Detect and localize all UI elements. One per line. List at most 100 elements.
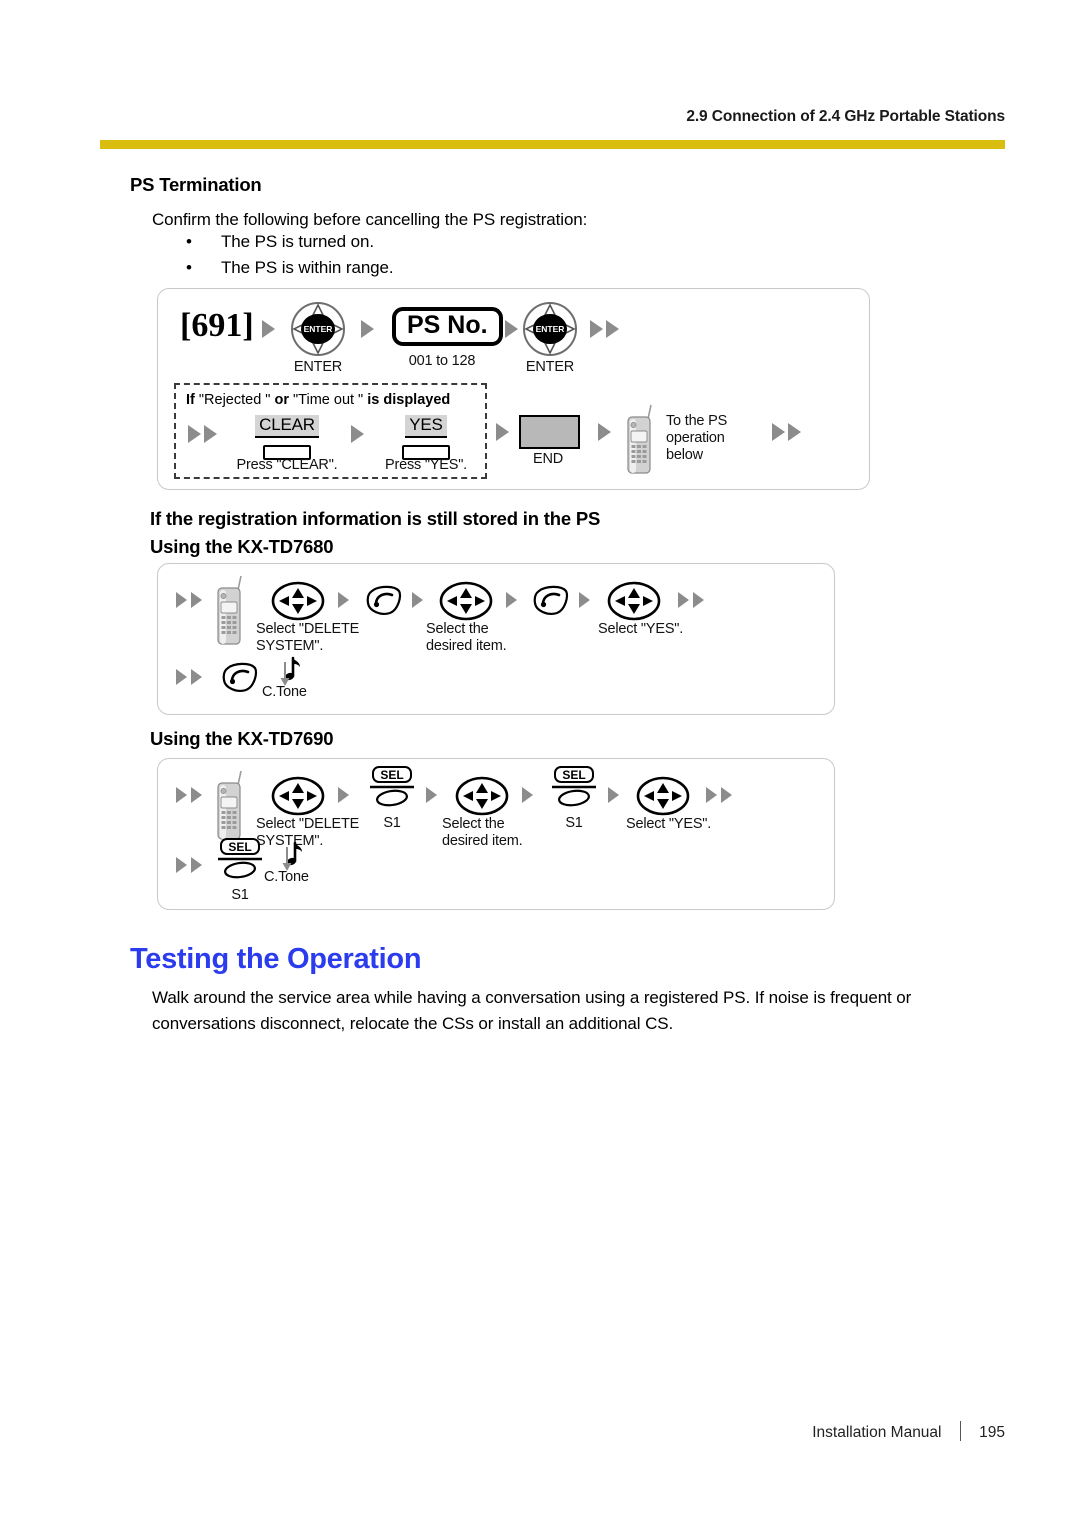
heading-using-kx-td7680: Using the KX-TD7680 <box>150 536 334 557</box>
flow-arrow-icon <box>706 787 717 803</box>
step-caption: Select the desired item. <box>426 621 507 654</box>
ps-no-range: 001 to 128 <box>408 353 476 369</box>
heading-ps-termination: PS Termination <box>130 174 262 195</box>
clear-soft-key[interactable]: CLEAR <box>232 415 342 460</box>
flow-arrow-icon <box>579 592 590 608</box>
yes-key-label: YES <box>405 415 447 438</box>
ps-no-box: PS No. <box>392 307 503 346</box>
conditional-quote-1: "Rejected " <box>198 392 271 408</box>
svg-text:ENTER: ENTER <box>536 324 565 334</box>
svg-text:SEL: SEL <box>380 768 403 782</box>
sel-key-icon[interactable]: SEL <box>368 765 416 815</box>
navigation-key-icon[interactable] <box>439 581 493 621</box>
sel-key-sublabel: S1 <box>231 887 249 903</box>
page-header-section-title: 2.9 Connection of 2.4 GHz Portable Stati… <box>686 108 1005 125</box>
footer-manual-name: Installation Manual <box>812 1424 942 1441</box>
footer-divider <box>959 1421 961 1441</box>
diagram-ps-termination-flow: [691] ENTER ENTER PS No. 001 to 128 ENTE… <box>157 288 870 490</box>
navigation-key-icon[interactable] <box>271 776 325 816</box>
flow-arrow-icon <box>176 787 187 803</box>
sel-key-icon[interactable]: SEL <box>550 765 598 815</box>
flow-arrow-icon <box>506 592 517 608</box>
flow-arrow-icon <box>693 592 704 608</box>
svg-text:ENTER: ENTER <box>304 324 333 334</box>
enter-key-icon: ENTER <box>290 301 346 357</box>
heading-using-kx-td7690: Using the KX-TD7690 <box>150 728 334 749</box>
flow-arrow-icon <box>176 857 187 873</box>
enter-key-icon: ENTER <box>522 301 578 357</box>
flow-arrow-icon <box>176 669 187 685</box>
flow-arrow-icon <box>176 592 187 608</box>
testing-paragraph: Walk around the service area while havin… <box>152 988 912 1033</box>
ps-termination-intro: Confirm the following before cancelling … <box>152 210 588 229</box>
flow-arrow-icon <box>191 592 202 608</box>
ctone-caption: C.Tone <box>264 869 309 885</box>
flow-arrow-icon <box>338 787 349 803</box>
step-caption: Select "DELETE SYSTEM". <box>256 621 360 654</box>
heading-testing-the-operation: Testing the Operation <box>130 943 422 975</box>
enter-key-caption: ENTER <box>293 359 343 375</box>
conditional-if: If <box>186 392 195 408</box>
handset-icon <box>214 574 248 648</box>
flow-arrow-icon <box>598 423 611 441</box>
flow-arrow-icon <box>262 320 275 338</box>
navigation-key-icon[interactable] <box>271 581 325 621</box>
diagram-kx-td7680-flow: Select "DELETE SYSTEM". Select the desir… <box>157 563 835 715</box>
svg-text:SEL: SEL <box>228 840 251 854</box>
conditional-or: or <box>274 392 289 408</box>
flow-arrow-icon <box>412 592 423 608</box>
yes-key-caption: Press "YES". <box>384 457 468 473</box>
conditional-rejected-timeout-box: If "Rejected " or "Time out " is display… <box>174 383 487 479</box>
conditional-quote-2: "Time out " <box>293 392 364 408</box>
flow-arrow-icon <box>608 787 619 803</box>
ctone-caption: C.Tone <box>262 684 307 700</box>
flow-arrow-icon <box>606 320 619 338</box>
page-footer: Installation Manual 195 <box>100 1421 1005 1442</box>
end-key-icon[interactable] <box>519 415 580 449</box>
clear-key-caption: Press "CLEAR". <box>236 457 338 473</box>
list-item: • The PS is within range. <box>186 258 686 282</box>
flow-arrow-icon <box>361 320 374 338</box>
talk-key-icon[interactable] <box>222 661 258 693</box>
flow-arrow-icon <box>772 423 785 441</box>
handset-icon <box>214 769 248 843</box>
bullet-text: The PS is within range. <box>221 258 394 277</box>
sel-key-icon[interactable]: SEL <box>216 837 264 887</box>
talk-key-icon[interactable] <box>533 584 569 616</box>
flow-arrow-icon <box>505 320 518 338</box>
flow-arrow-icon <box>678 592 689 608</box>
feature-code-691: [691] <box>180 307 254 344</box>
flow-arrow-icon <box>188 425 201 443</box>
step-caption: Select "YES". <box>598 621 684 637</box>
conditional-tail: is displayed <box>367 392 451 408</box>
conditional-box-title: If "Rejected " or "Time out " is display… <box>186 392 450 408</box>
navigation-key-icon[interactable] <box>607 581 661 621</box>
navigation-key-icon[interactable] <box>636 776 690 816</box>
end-key-caption: END <box>532 451 563 467</box>
ps-operation-note: To the PS operation below <box>666 413 728 463</box>
heading-still-stored: If the registration information is still… <box>150 508 601 529</box>
enter-key-caption: ENTER <box>525 359 575 375</box>
navigation-key-icon[interactable] <box>455 776 509 816</box>
flow-arrow-icon <box>522 787 533 803</box>
bullet-marker: • <box>186 232 192 251</box>
svg-text:SEL: SEL <box>562 768 585 782</box>
list-item: • The PS is turned on. <box>186 232 686 256</box>
flow-arrow-icon <box>191 857 202 873</box>
footer-page-number: 195 <box>979 1424 1005 1441</box>
handset-icon <box>624 403 658 477</box>
flow-arrow-icon <box>496 423 509 441</box>
flow-arrow-icon <box>721 787 732 803</box>
flow-arrow-icon <box>788 423 801 441</box>
bullet-marker: • <box>186 258 192 277</box>
clear-key-label: CLEAR <box>255 415 319 438</box>
bullet-text: The PS is turned on. <box>221 232 374 251</box>
sel-key-sublabel: S1 <box>565 815 583 831</box>
flow-arrow-icon <box>204 425 217 443</box>
sel-key-sublabel: S1 <box>383 815 401 831</box>
step-caption: Select "YES". <box>626 816 712 832</box>
flow-arrow-icon <box>338 592 349 608</box>
flow-arrow-icon <box>590 320 603 338</box>
yes-soft-key[interactable]: YES <box>376 415 476 460</box>
talk-key-icon[interactable] <box>366 584 402 616</box>
